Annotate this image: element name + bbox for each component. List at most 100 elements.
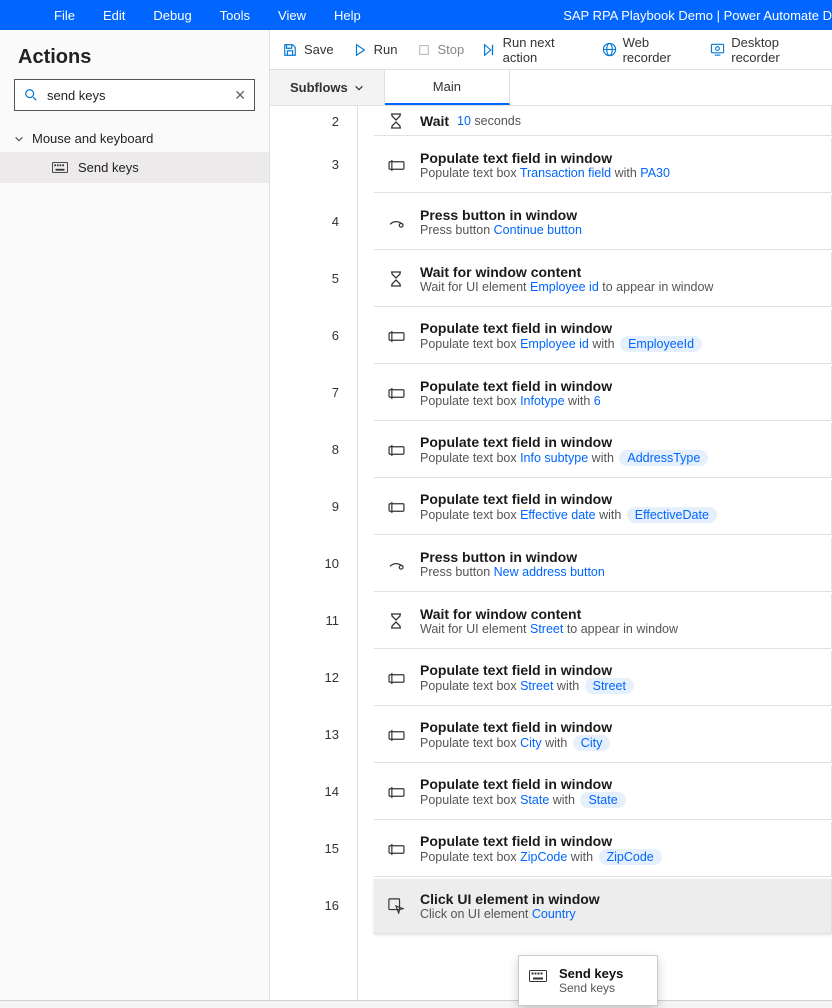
tree-item-send-keys[interactable]: Send keys (0, 152, 269, 183)
search-input[interactable] (39, 88, 234, 103)
wait-icon (386, 111, 406, 131)
line-number: 7 (270, 364, 357, 421)
menu-bar: FileEditDebugToolsViewHelp SAP RPA Playb… (0, 0, 832, 30)
textbox-icon (386, 725, 406, 745)
step-sub: Populate text box Infotype with 6 (420, 394, 612, 408)
step-sub: Populate text box Transaction field with… (420, 166, 670, 180)
monitor-icon (710, 42, 725, 58)
search-icon (23, 87, 39, 103)
line-number: 11 (270, 592, 357, 649)
step-title: Click UI element in window (420, 891, 600, 907)
step-title: Wait (420, 113, 449, 129)
line-number: 10 (270, 535, 357, 592)
save-icon (282, 42, 298, 58)
step-title: Populate text field in window (420, 662, 634, 678)
step-sub: Wait for UI element Street to appear in … (420, 622, 678, 636)
chevron-down-icon (354, 83, 364, 93)
textbox-icon (386, 440, 406, 460)
flow-step[interactable]: Click UI element in windowClick on UI el… (374, 879, 832, 934)
stop-button: Stop (416, 42, 465, 58)
flow-step[interactable]: Wait for window contentWait for UI eleme… (374, 594, 832, 649)
tooltip-title: Send keys (559, 966, 623, 981)
step-sub: Click on UI element Country (420, 907, 600, 921)
step-sub: Populate text box Street with Street (420, 678, 634, 694)
textbox-icon (386, 497, 406, 517)
tree-group-header[interactable]: Mouse and keyboard (0, 125, 269, 152)
step-title: Press button in window (420, 549, 605, 565)
step-title: Populate text field in window (420, 776, 626, 792)
designer-area: Save Run Stop Run next action Web record… (270, 30, 832, 1000)
flow-step[interactable]: Populate text field in windowPopulate te… (374, 822, 832, 877)
flow-step[interactable]: Press button in windowPress button Conti… (374, 195, 832, 250)
line-number: 13 (270, 706, 357, 763)
menu-item-help[interactable]: Help (320, 8, 375, 23)
run-button[interactable]: Run (352, 42, 398, 58)
flow-step[interactable]: Populate text field in windowPopulate te… (374, 651, 832, 706)
window-title: SAP RPA Playbook Demo | Power Automate D (563, 8, 832, 23)
flow-step[interactable]: Populate text field in windowPopulate te… (374, 708, 832, 763)
run-next-button[interactable]: Run next action (482, 35, 583, 65)
step-sub: Press button Continue button (420, 223, 582, 237)
press-icon (386, 554, 406, 574)
line-number: 16 (270, 877, 357, 934)
menu-item-edit[interactable]: Edit (89, 8, 139, 23)
web-recorder-button[interactable]: Web recorder (602, 35, 693, 65)
globe-icon (602, 42, 617, 58)
press-icon (386, 212, 406, 232)
step-title: Wait for window content (420, 264, 713, 280)
tab-main[interactable]: Main (385, 70, 510, 105)
keyboard-icon (529, 970, 547, 984)
flow-step[interactable]: Wait 10 seconds (374, 106, 832, 136)
line-number: 2 (270, 106, 357, 136)
step-sub: 10 seconds (457, 114, 521, 128)
line-number: 4 (270, 193, 357, 250)
step-icon (482, 42, 496, 58)
flow-step[interactable]: Wait for window contentWait for UI eleme… (374, 252, 832, 307)
textbox-icon (386, 668, 406, 688)
drag-tooltip: Send keys Send keys (518, 955, 658, 1006)
tab-bar: Subflows Main (270, 70, 832, 106)
flow-step[interactable]: Populate text field in windowPopulate te… (374, 138, 832, 193)
play-icon (352, 42, 368, 58)
flow-step[interactable]: Press button in windowPress button New a… (374, 537, 832, 592)
click-icon (386, 896, 406, 916)
line-number: 12 (270, 649, 357, 706)
step-sub: Populate text box Employee id with Emplo… (420, 336, 702, 352)
wait-icon (386, 269, 406, 289)
textbox-icon (386, 782, 406, 802)
flow-step[interactable]: Populate text field in windowPopulate te… (374, 423, 832, 478)
step-title: Populate text field in window (420, 320, 702, 336)
line-number: 9 (270, 478, 357, 535)
desktop-recorder-button[interactable]: Desktop recorder (710, 35, 820, 65)
keyboard-icon (52, 162, 68, 174)
search-input-wrap[interactable]: ✕ (14, 79, 255, 111)
step-sub: Wait for UI element Employee id to appea… (420, 280, 713, 294)
step-sub: Populate text box Info subtype with Addr… (420, 450, 708, 466)
flow-step[interactable]: Populate text field in windowPopulate te… (374, 309, 832, 364)
menu-item-view[interactable]: View (264, 8, 320, 23)
step-sub: Populate text box ZipCode with ZipCode (420, 849, 662, 865)
save-button[interactable]: Save (282, 42, 334, 58)
step-title: Populate text field in window (420, 833, 662, 849)
flow-step[interactable]: Populate text field in windowPopulate te… (374, 480, 832, 535)
step-title: Populate text field in window (420, 150, 670, 166)
clear-search-icon[interactable]: ✕ (234, 87, 246, 104)
flow-step[interactable]: Populate text field in windowPopulate te… (374, 765, 832, 820)
menu-item-debug[interactable]: Debug (139, 8, 205, 23)
step-sub: Press button New address button (420, 565, 605, 579)
line-number: 15 (270, 820, 357, 877)
textbox-icon (386, 839, 406, 859)
wait-icon (386, 611, 406, 631)
step-sub: Populate text box City with City (420, 735, 612, 751)
status-bar (0, 1000, 832, 1008)
menu-item-tools[interactable]: Tools (206, 8, 264, 23)
toolbar: Save Run Stop Run next action Web record… (270, 30, 832, 70)
subflows-dropdown[interactable]: Subflows (270, 70, 385, 105)
textbox-icon (386, 326, 406, 346)
flow-step[interactable]: Populate text field in windowPopulate te… (374, 366, 832, 421)
line-number: 8 (270, 421, 357, 478)
step-title: Press button in window (420, 207, 582, 223)
steps-list: Wait 10 seconds Populate text field in win… (358, 106, 832, 1000)
tree-item-label: Send keys (78, 160, 139, 175)
menu-item-file[interactable]: File (40, 8, 89, 23)
